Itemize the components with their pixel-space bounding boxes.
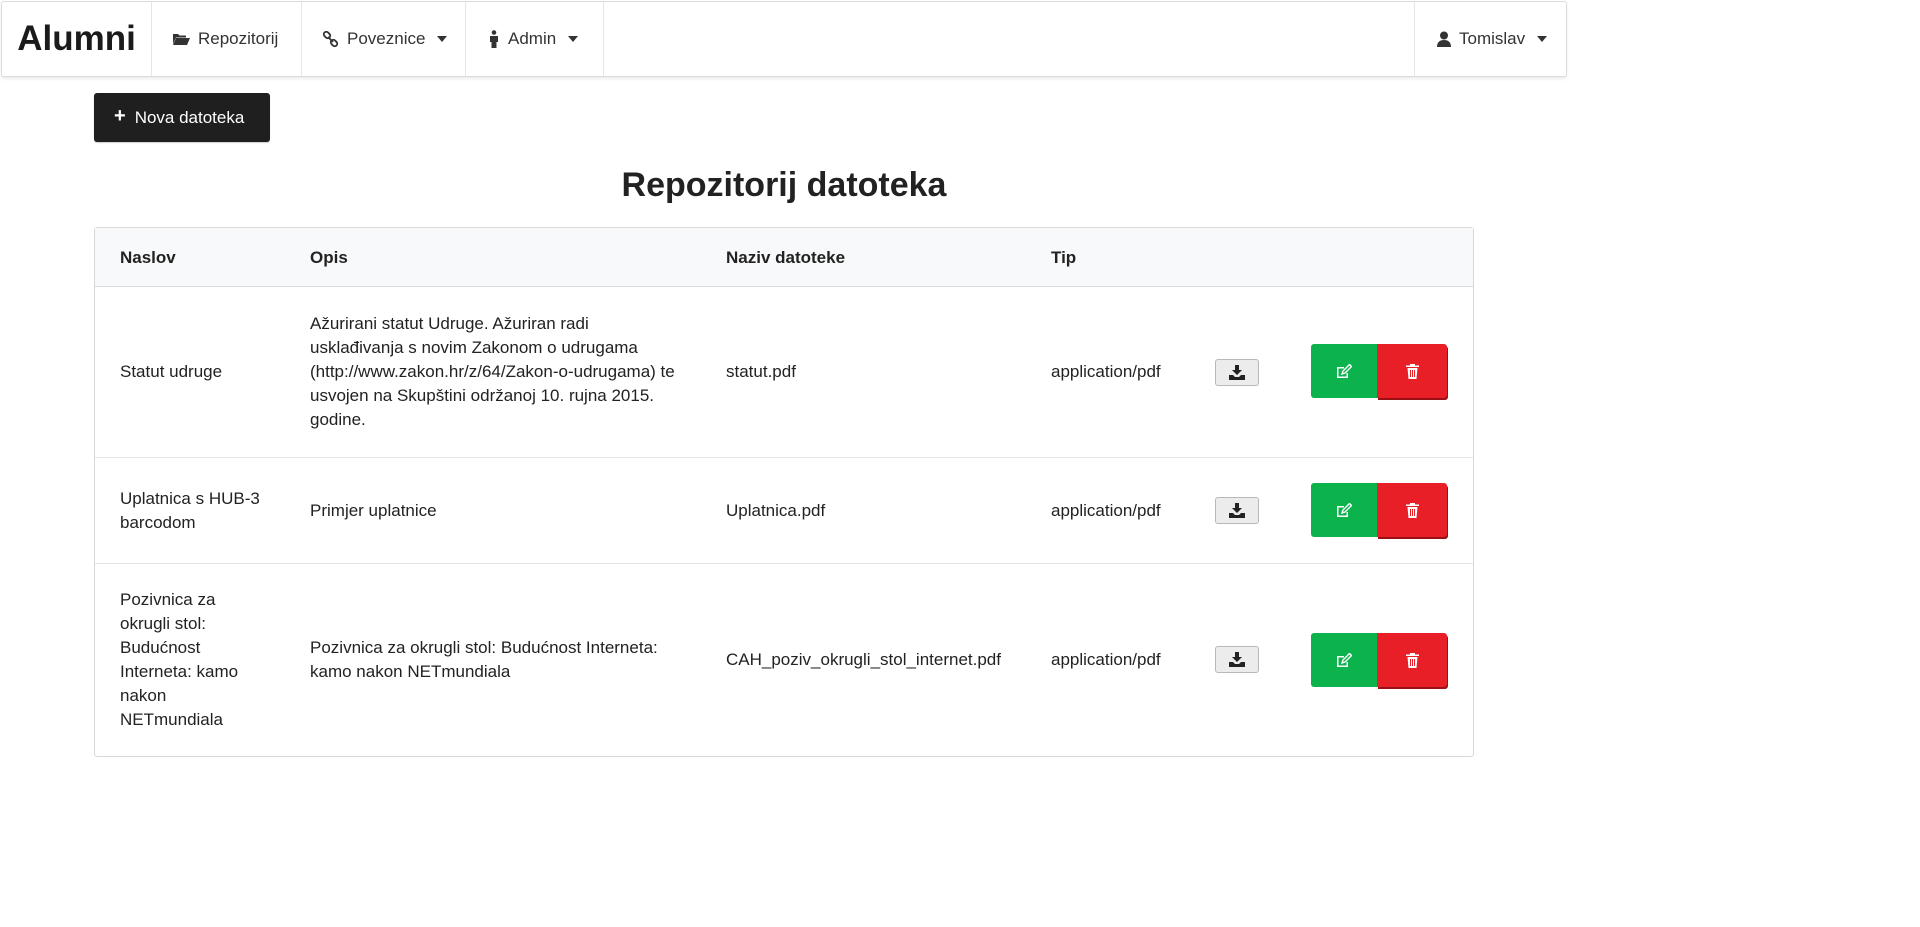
column-header-naslov: Naslov (120, 247, 176, 267)
table-row: Pozivnica za okrugli stol: Budućnost Int… (95, 564, 1473, 756)
table-header: Naslov Opis Naziv datoteke Tip (95, 228, 1473, 287)
cell-naslov: Uplatnica s HUB-3 barcodom (120, 488, 260, 532)
link-icon (322, 30, 339, 48)
page-title: Repozitorij datoteka (621, 166, 947, 204)
user-menu[interactable]: Tomislav (1414, 2, 1568, 76)
table-row: Statut udruge Ažurirani statut Udruge. A… (95, 287, 1473, 458)
delete-button[interactable] (1377, 633, 1447, 687)
cell-tip: application/pdf (1051, 650, 1161, 669)
trash-icon (1405, 363, 1419, 379)
column-header-opis: Opis (310, 247, 348, 267)
chevron-down-icon (1537, 36, 1548, 42)
new-file-label: Nova datoteka (134, 107, 245, 127)
nav-item-repozitorij[interactable]: Repozitorij (152, 2, 302, 76)
cell-tip: application/pdf (1051, 362, 1161, 381)
cell-naslov: Pozivnica za okrugli stol: Budućnost Int… (120, 590, 239, 729)
edit-icon (1337, 653, 1352, 667)
nav-item-label: Repozitorij (198, 29, 279, 48)
cell-naziv: CAH_poziv_okrugli_stol_internet.pdf (726, 650, 1001, 669)
cell-naziv: Uplatnica.pdf (726, 500, 826, 520)
cell-opis: Pozivnica za okrugli stol: Budućnost Int… (310, 638, 658, 681)
delete-button[interactable] (1377, 344, 1447, 398)
column-header-tip: Tip (1051, 247, 1077, 267)
table-row: Uplatnica s HUB-3 barcodom Primjer uplat… (95, 458, 1473, 564)
folder-open-icon (172, 32, 190, 46)
cell-naslov: Statut udruge (120, 362, 223, 381)
edit-button[interactable] (1311, 483, 1377, 537)
download-icon (1229, 365, 1245, 380)
row-actions (1311, 483, 1448, 537)
edit-icon (1337, 503, 1352, 517)
trash-icon (1405, 502, 1419, 518)
files-table: Naslov Opis Naziv datoteke Tip Statut ud… (94, 227, 1474, 757)
cell-opis: Primjer uplatnice (310, 500, 437, 520)
delete-button[interactable] (1377, 483, 1447, 537)
edit-button[interactable] (1311, 633, 1377, 687)
column-header-naziv: Naziv datoteke (726, 247, 846, 267)
nav-item-label: Admin (508, 29, 557, 48)
cell-tip: application/pdf (1051, 500, 1161, 520)
download-icon (1229, 503, 1245, 518)
edit-icon (1337, 364, 1352, 378)
download-button[interactable] (1215, 359, 1259, 386)
edit-button[interactable] (1311, 344, 1377, 398)
user-icon (1437, 31, 1451, 47)
user-name: Tomislav (1459, 29, 1526, 48)
download-button[interactable] (1215, 646, 1259, 673)
new-file-button[interactable]: + Nova datoteka (94, 93, 270, 142)
chevron-down-icon (437, 36, 448, 42)
trash-icon (1405, 652, 1419, 668)
download-icon (1229, 652, 1245, 667)
nav-item-admin[interactable]: Admin (466, 2, 604, 76)
row-actions (1311, 633, 1448, 687)
nav-item-label: Poveznice (347, 29, 426, 48)
person-icon (488, 30, 500, 48)
navbar: Alumni Repozitorij Poveznice Admin Tomis… (1, 1, 1567, 77)
cell-opis: Ažurirani statut Udruge. Ažuriran radi u… (310, 314, 675, 429)
nav-item-poveznice[interactable]: Poveznice (302, 2, 466, 76)
cell-naziv: statut.pdf (726, 362, 796, 381)
plus-icon: + (114, 104, 126, 127)
brand-logo[interactable]: Alumni (2, 2, 152, 76)
download-button[interactable] (1215, 497, 1259, 524)
row-actions (1311, 344, 1448, 398)
chevron-down-icon (568, 36, 579, 42)
